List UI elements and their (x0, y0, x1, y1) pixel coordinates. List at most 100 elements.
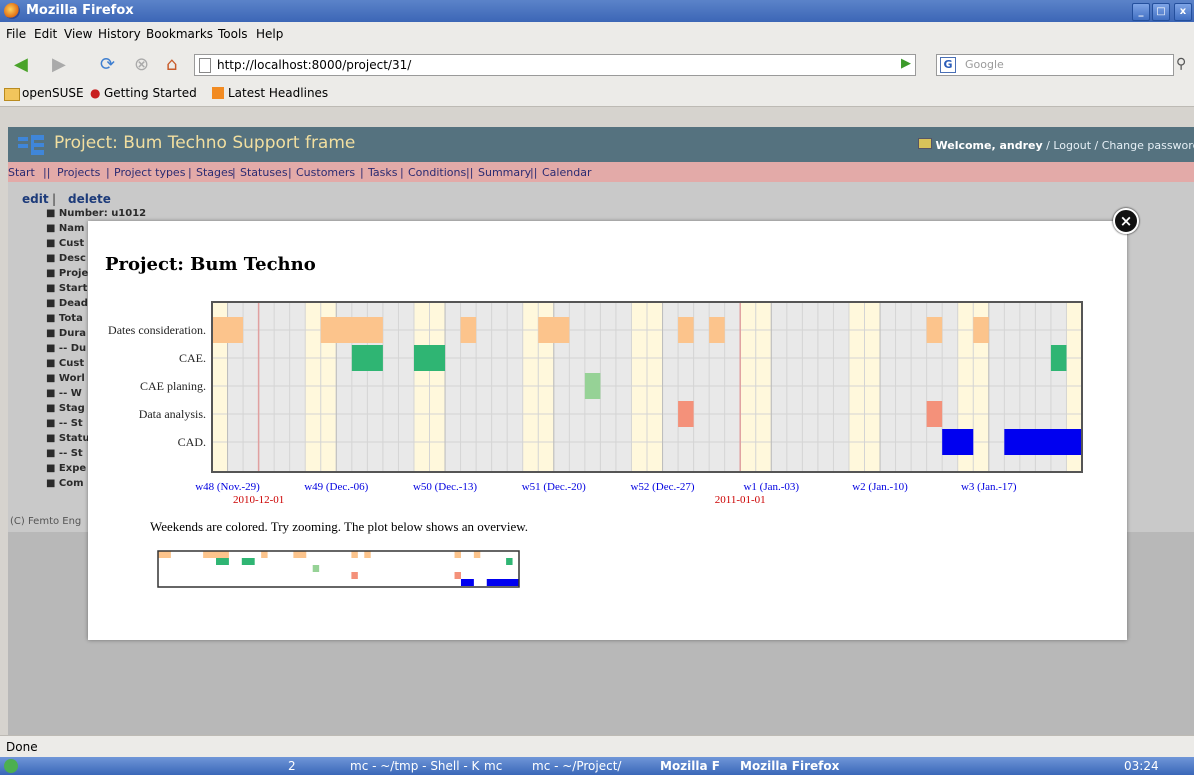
project-field: ■ Desc (46, 253, 86, 264)
weekend-band (647, 302, 663, 472)
task-firefox-1[interactable]: Mozilla F (660, 759, 720, 773)
forward-icon[interactable]: ▶ (52, 54, 66, 75)
go-icon[interactable]: ▶ (901, 56, 911, 71)
task-bar (320, 317, 383, 343)
nav-start[interactable]: Start (8, 166, 35, 179)
weekend-band (631, 302, 647, 472)
bookmark-opensuse[interactable]: openSUSE (22, 86, 84, 100)
task-bar (538, 317, 570, 343)
delete-link[interactable]: delete (68, 192, 111, 206)
logout-link[interactable]: / Logout (1046, 139, 1091, 152)
url-bar[interactable]: http://localhost:8000/project/31/ ▶ (194, 54, 916, 76)
menu-history[interactable]: History (98, 27, 141, 41)
nav-calendar[interactable]: Calendar (542, 166, 591, 179)
chart-note: Weekends are colored. Try zooming. The p… (150, 519, 529, 534)
project-field: ■ Tota (46, 313, 83, 324)
overview-bar (293, 551, 307, 558)
row-label: Dates consideration. (108, 323, 206, 337)
task-mc[interactable]: mc (484, 759, 502, 773)
task-shell[interactable]: mc - ~/tmp - Shell - K (350, 759, 479, 773)
search-icon[interactable]: ⚲ (1176, 56, 1186, 72)
project-field: ■ Com (46, 478, 84, 489)
nav-tasks[interactable]: Tasks (368, 166, 397, 179)
task-bar (1050, 345, 1067, 371)
nav-summary[interactable]: Summary (478, 166, 531, 179)
overview-bar (506, 558, 513, 565)
change-password-link[interactable]: / Change password (1095, 139, 1194, 152)
weekend-band (864, 302, 881, 472)
project-field: ■ Start (46, 283, 88, 294)
week-label: w1 (Jan.-03) (743, 481, 799, 493)
task-bar (413, 345, 446, 371)
row-label: CAE planing. (140, 379, 206, 393)
project-field: ■ Expe (46, 463, 87, 474)
overview-bar (216, 558, 229, 565)
modal-title: Project: Bum Techno (105, 254, 316, 275)
bookmark-latest-headlines[interactable]: Latest Headlines (228, 86, 328, 100)
overview-chart[interactable] (157, 550, 520, 588)
task-bar (584, 373, 601, 399)
menu-edit[interactable]: Edit (34, 27, 57, 41)
project-field: ■ -- W (46, 388, 82, 399)
nav-separator: | (188, 166, 192, 179)
overview-bar (241, 558, 255, 565)
nav-project-types[interactable]: Project types (114, 166, 185, 179)
nav-stages[interactable]: Stages (196, 166, 234, 179)
nav-separator: || (466, 166, 474, 179)
edit-link[interactable]: edit (22, 192, 49, 206)
menu-help[interactable]: Help (256, 27, 283, 41)
start-menu-icon[interactable] (4, 759, 18, 773)
project-field: ■ Nam (46, 223, 85, 234)
task-firefox-2[interactable]: Mozilla Firefox (740, 759, 839, 773)
date-marker-label: 2010-12-01 (233, 494, 284, 506)
task-bar (351, 345, 383, 371)
workspace-number[interactable]: 2 (288, 759, 296, 773)
status-text: Done (6, 740, 38, 754)
overview-bar (460, 579, 474, 586)
close-window-button[interactable]: x (1174, 3, 1192, 21)
project-field: ■ Number: u1012 (46, 208, 147, 219)
reload-icon[interactable]: ⟳ (100, 54, 115, 75)
nav-projects[interactable]: Projects (57, 166, 100, 179)
bookmark-getting-started[interactable]: Getting Started (104, 86, 197, 100)
google-icon[interactable]: G (940, 57, 956, 73)
rss-icon (212, 87, 224, 99)
week-label: w48 (Nov.-29) (195, 481, 260, 493)
back-icon[interactable]: ◀ (14, 54, 28, 75)
task-bar (1004, 429, 1082, 455)
maximize-button[interactable]: □ (1152, 3, 1170, 21)
weekend-band (413, 302, 430, 472)
week-label: w3 (Jan.-17) (961, 481, 1017, 493)
overview-bar (351, 572, 358, 579)
project-field: ■ Cust (46, 238, 85, 249)
footer-text: (C) Femto Eng (10, 516, 82, 527)
weekend-band (429, 302, 446, 472)
nav-customers[interactable]: Customers (296, 166, 355, 179)
project-field: ■ Dead (46, 298, 88, 309)
menu-view[interactable]: View (64, 27, 92, 41)
task-bar (678, 317, 694, 343)
task-mc-project[interactable]: mc - ~/Project/ (532, 759, 621, 773)
task-bar (212, 317, 244, 343)
minimize-button[interactable]: _ (1132, 3, 1150, 21)
firefox-logo-icon (4, 3, 20, 19)
stop-icon[interactable]: ⊗ (134, 54, 149, 75)
overview-bar (486, 579, 519, 586)
task-bar (973, 317, 989, 343)
gantt-chart[interactable]: Dates consideration. CAE. CAE planing. Data… (88, 290, 1098, 515)
nav-statuses[interactable]: Statuses (240, 166, 288, 179)
menu-tools[interactable]: Tools (218, 27, 248, 41)
overview-bar (203, 551, 229, 558)
status-bar: Done (0, 735, 1194, 758)
taskbar: 2 mc - ~/tmp - Shell - K mc mc - ~/Proje… (0, 757, 1194, 775)
week-label: w50 (Dec.-13) (413, 481, 477, 493)
menu-file[interactable]: File (6, 27, 26, 41)
nav-conditions[interactable]: Conditions (408, 166, 466, 179)
menu-bookmarks[interactable]: Bookmarks (146, 27, 213, 41)
task-bar (678, 401, 694, 427)
project-field: ■ Cust (46, 358, 85, 369)
search-input[interactable]: G Google (936, 54, 1174, 76)
close-modal-button[interactable]: × (1113, 208, 1139, 234)
home-icon[interactable]: ⌂ (166, 54, 177, 75)
page-nav: Start || Projects | Project types | Stag… (8, 162, 1194, 182)
